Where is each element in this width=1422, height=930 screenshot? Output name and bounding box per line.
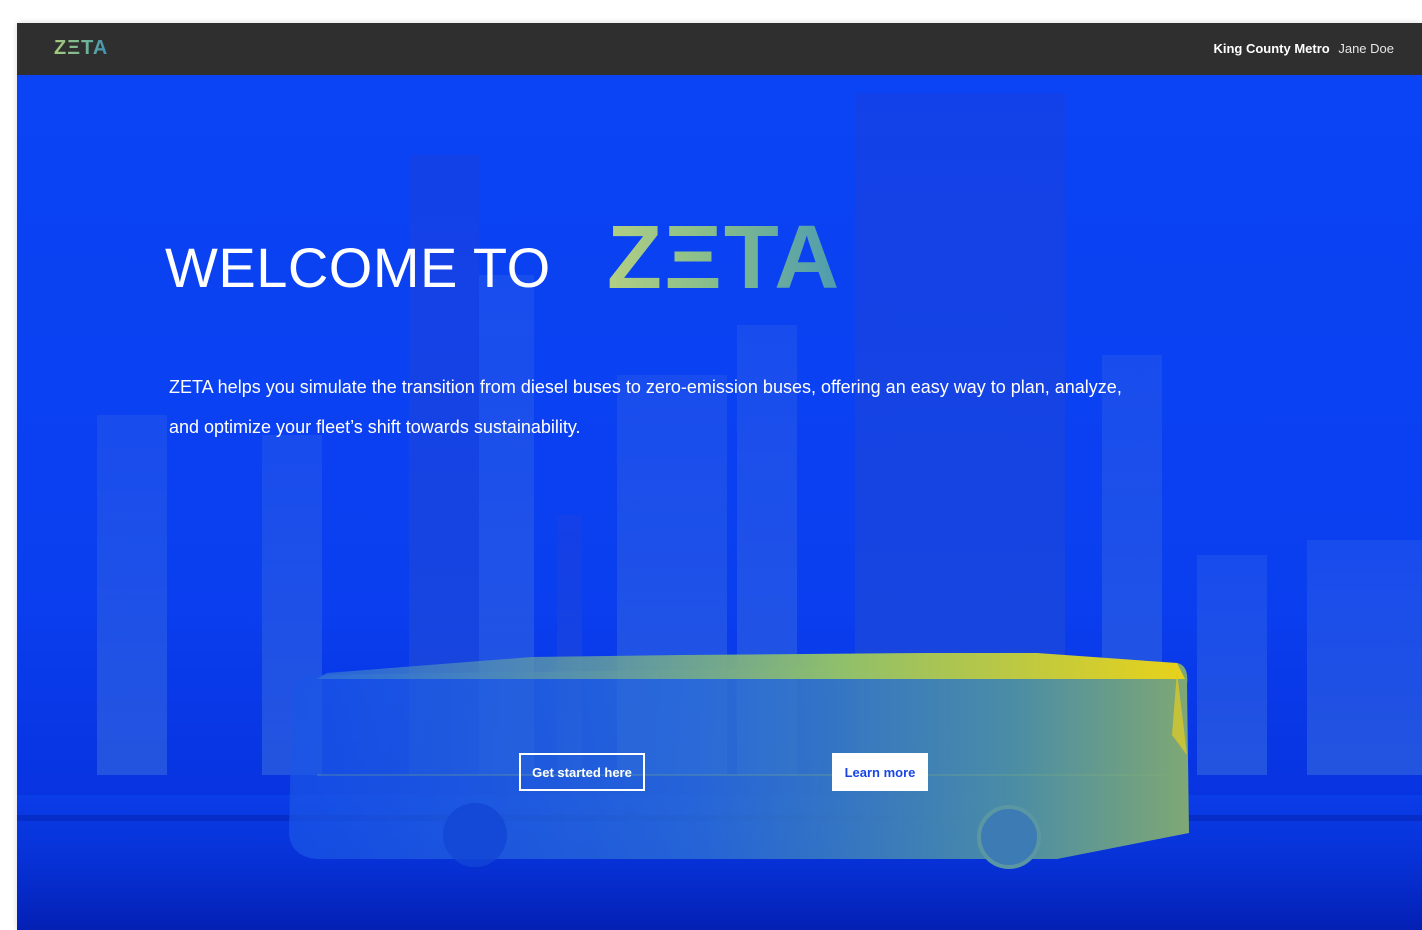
zeta-logo: ZΞTA (607, 208, 842, 308)
bus-wheel (443, 803, 507, 867)
user-account-area[interactable]: King County Metro Jane Doe (1213, 41, 1394, 56)
app-window: ZΞTA King County Metro Jane Doe WELCOME … (17, 23, 1422, 930)
get-started-button[interactable]: Get started here (519, 753, 645, 791)
city-skyline-illustration (17, 93, 1422, 930)
bus-wheel (977, 805, 1041, 869)
building-shape (1307, 540, 1422, 775)
brand-logo[interactable]: ZΞTA (54, 37, 108, 60)
user-name: Jane Doe (1338, 41, 1394, 56)
bus-body (289, 663, 1189, 859)
building-shape (97, 415, 167, 775)
hero-description: ZETA helps you simulate the transition f… (169, 377, 1122, 437)
organization-name: King County Metro (1213, 41, 1330, 56)
top-navigation-bar: ZΞTA King County Metro Jane Doe (17, 23, 1422, 75)
building-shape (1197, 555, 1267, 775)
learn-more-button[interactable]: Learn more (832, 753, 928, 791)
hero-section: WELCOME TO ZΞTA ZETA helps you simulate … (17, 75, 1422, 930)
welcome-heading: WELCOME TO (165, 236, 551, 299)
